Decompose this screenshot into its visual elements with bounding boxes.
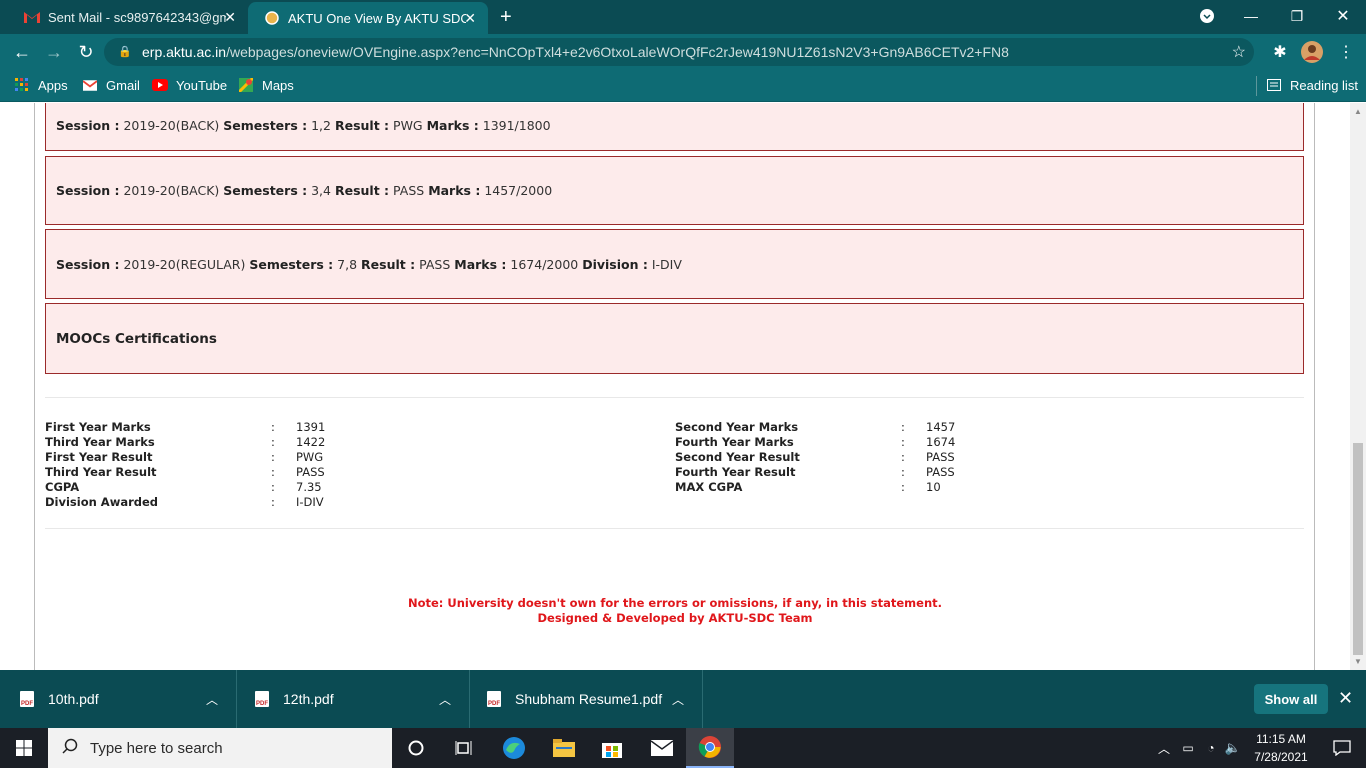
close-icon[interactable]: ✕ [464, 10, 476, 27]
chevron-up-icon[interactable]: ︿ [439, 691, 451, 708]
session-result-box: Session : 2019-20(REGULAR) Semesters : 7… [45, 229, 1304, 299]
designed-by-credit: Designed & Developed by AKTU-SDC Team [537, 611, 813, 625]
download-item[interactable]: PDF Shubham Resume1.pdf ︿ [470, 670, 703, 728]
windows-logo-icon [16, 740, 32, 756]
bookmark-gmail[interactable]: Gmail [82, 77, 140, 93]
browser-toolbar: ← → ↻ 🔒 erp.aktu.ac.in/webpages/oneview/… [0, 34, 1366, 70]
download-item[interactable]: PDF 12th.pdf ︿ [237, 670, 470, 728]
url-text: erp.aktu.ac.in/webpages/oneview/OVEngine… [142, 44, 1009, 60]
scroll-down-icon[interactable]: ▼ [1354, 657, 1362, 666]
download-item[interactable]: PDF 10th.pdf ︿ [0, 670, 237, 728]
divider [45, 397, 1304, 398]
bookmark-youtube[interactable]: YouTube [152, 77, 227, 93]
back-button[interactable]: ← [8, 38, 36, 66]
download-shelf: PDF 10th.pdf ︿ PDF 12th.pdf ︿ PDF Shubha… [0, 670, 1366, 728]
chevron-up-icon[interactable]: ︿ [1156, 740, 1172, 757]
chevron-up-icon[interactable]: ︿ [672, 691, 684, 708]
tab-aktu-one-view[interactable]: AKTU One View By AKTU SDC ✕ [248, 2, 488, 34]
minimize-button[interactable]: — [1228, 0, 1274, 32]
system-tray: ︿ ▭ ◔ 🔈 [1156, 728, 1244, 768]
disclaimer-note: Note: University doesn't own for the err… [407, 596, 943, 610]
file-explorer-icon[interactable] [540, 728, 588, 768]
pdf-file-icon: PDF [20, 691, 34, 707]
volume-icon[interactable]: 🔈 [1222, 740, 1244, 756]
search-icon [62, 738, 78, 759]
bookmark-star-icon[interactable]: ☆ [1232, 42, 1246, 62]
tab-title: Sent Mail - sc9897642343@gmail.com [48, 9, 226, 25]
reading-list-button[interactable]: Reading list [1266, 77, 1358, 93]
address-bar[interactable]: 🔒 erp.aktu.ac.in/webpages/oneview/OVEngi… [104, 38, 1254, 66]
chrome-icon[interactable] [686, 728, 734, 768]
system-clock[interactable]: 11:15 AM 7/28/2021 [1250, 730, 1312, 766]
browser-tab-strip: Sent Mail - sc9897642343@gmail.com ✕ AKT… [0, 0, 1366, 34]
taskbar-search-input[interactable]: Type here to search [48, 728, 392, 768]
tab-search-icon[interactable] [1184, 0, 1230, 32]
tab-title: AKTU One View By AKTU SDC [288, 10, 466, 26]
scroll-thumb[interactable] [1353, 443, 1363, 655]
kebab-menu-icon[interactable]: ⋮ [1332, 38, 1360, 66]
divider [45, 528, 1304, 529]
summary-left: First Year Marks:1391 Third Year Marks:1… [45, 420, 326, 509]
pdf-file-icon: PDF [255, 691, 269, 707]
apps-grid-icon [14, 77, 30, 93]
session-result-box: Session : 2019-20(BACK) Semesters : 3,4 … [45, 156, 1304, 225]
show-all-button[interactable]: Show all [1254, 684, 1328, 714]
bookmark-maps[interactable]: Maps [238, 77, 294, 93]
extensions-icon[interactable]: ✱ [1266, 38, 1294, 66]
summary-right: Second Year Marks:1457 Fourth Year Marks… [675, 420, 956, 494]
close-icon[interactable]: ✕ [1338, 688, 1353, 709]
lock-icon: 🔒 [118, 46, 132, 58]
battery-icon[interactable]: ▭ [1176, 741, 1200, 755]
gmail-icon [82, 77, 98, 93]
moocs-box: MOOCs Certifications [45, 303, 1304, 374]
notifications-icon[interactable] [1318, 728, 1366, 768]
mail-icon[interactable] [638, 728, 686, 768]
windows-taskbar: Type here to search ︿ ▭ ◔ 🔈 11:15 AM 7/2… [0, 728, 1366, 768]
window-close-button[interactable]: ✕ [1320, 0, 1366, 32]
page-viewport: Session : 2019-20(BACK) Semesters : 1,2 … [0, 103, 1366, 670]
pdf-file-icon: PDF [487, 691, 501, 707]
edge-browser-icon[interactable] [490, 728, 538, 768]
restore-button[interactable]: ❐ [1274, 0, 1320, 32]
aktu-icon [264, 10, 280, 26]
wifi-icon[interactable]: ◔ [1200, 741, 1222, 755]
scroll-up-icon[interactable]: ▲ [1354, 107, 1362, 116]
reload-button[interactable]: ↻ [72, 38, 100, 66]
cortana-icon[interactable] [392, 728, 440, 768]
windows-start-button[interactable] [0, 728, 48, 768]
maps-icon [238, 77, 254, 93]
chevron-up-icon[interactable]: ︿ [206, 691, 218, 708]
session-result-box: Session : 2019-20(BACK) Semesters : 1,2 … [45, 103, 1304, 151]
divider [1256, 76, 1257, 96]
tab-sent-mail[interactable]: Sent Mail - sc9897642343@gmail.com ✕ [8, 0, 248, 34]
profile-avatar[interactable] [1298, 38, 1326, 66]
new-tab-button[interactable]: + [500, 6, 512, 29]
gmail-icon [24, 9, 40, 25]
microsoft-store-icon[interactable] [588, 728, 636, 768]
reading-list-icon [1266, 77, 1282, 93]
close-icon[interactable]: ✕ [224, 9, 236, 26]
page-scrollbar[interactable]: ▲ ▼ [1350, 103, 1366, 670]
bookmarks-bar: Apps Gmail YouTube Maps Reading list [0, 70, 1366, 102]
moocs-title: MOOCs Certifications [56, 330, 217, 347]
youtube-icon [152, 77, 168, 93]
bookmark-apps[interactable]: Apps [14, 77, 68, 93]
forward-button[interactable]: → [40, 38, 68, 66]
task-view-icon[interactable] [440, 728, 488, 768]
